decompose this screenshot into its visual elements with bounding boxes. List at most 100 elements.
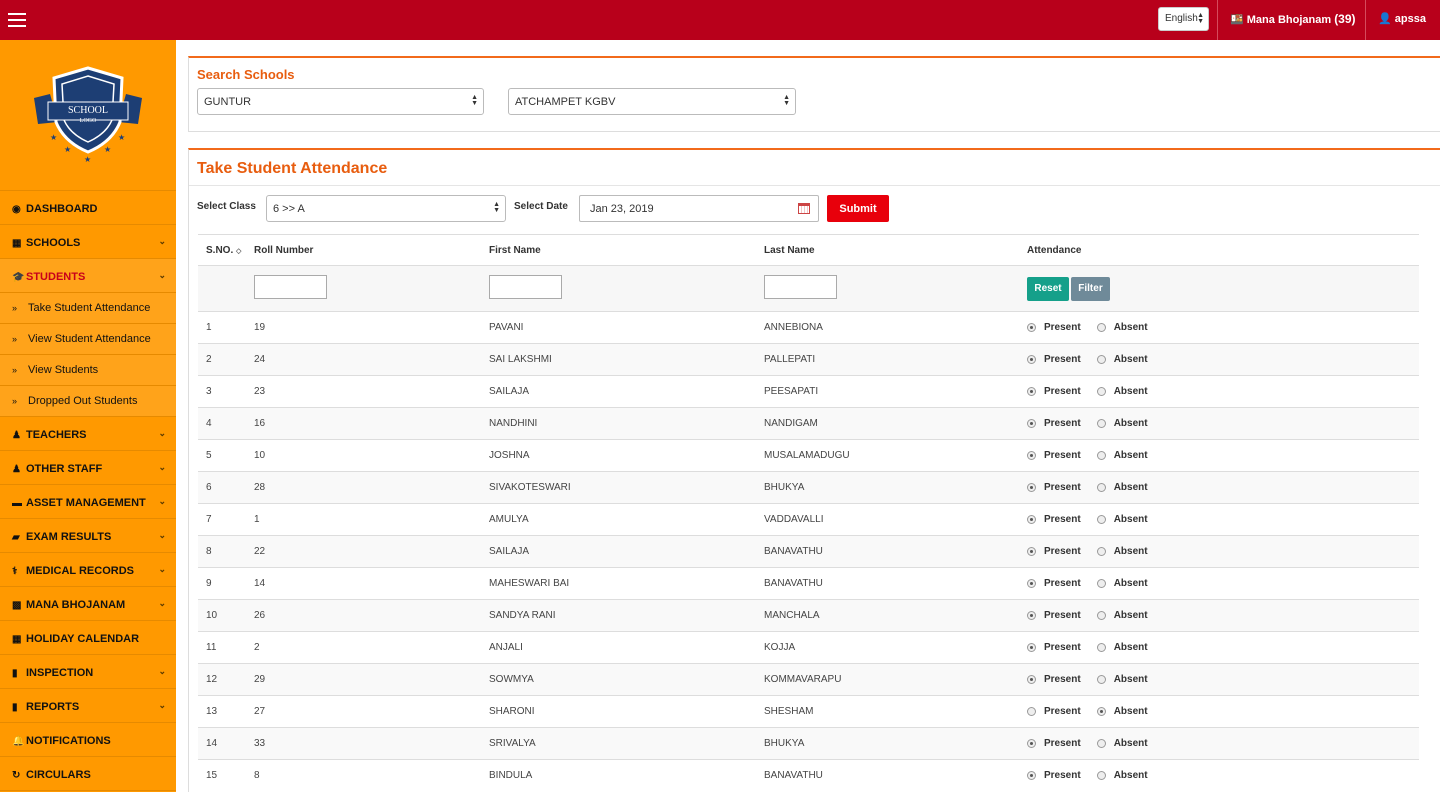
absent-radio[interactable] bbox=[1096, 738, 1106, 748]
absent-label: Absent bbox=[1113, 513, 1148, 525]
sidebar-item-label: OTHER STAFF bbox=[26, 463, 103, 475]
absent-radio[interactable] bbox=[1096, 771, 1106, 781]
sidebar-item-teachers[interactable]: ♟ TEACHERS ⌄ bbox=[0, 417, 176, 451]
sidebar-subitem-dropped-out[interactable]: » Dropped Out Students bbox=[0, 386, 176, 417]
sidebar-item-exam-results[interactable]: ▰ EXAM RESULTS ⌄ bbox=[0, 519, 176, 553]
navbar-divider bbox=[1365, 0, 1366, 40]
roll-number-filter-input[interactable] bbox=[254, 275, 327, 299]
mana-bhojanam-link[interactable]: 🍱 Mana Bhojanam (39) bbox=[1230, 12, 1356, 26]
present-radio[interactable] bbox=[1027, 322, 1036, 332]
date-input[interactable]: Jan 23, 2019 bbox=[579, 195, 819, 222]
absent-radio[interactable] bbox=[1096, 450, 1106, 460]
sidebar-item-students[interactable]: 🎓 STUDENTS ⌄ bbox=[0, 259, 176, 293]
cell-attendance: Present Absent bbox=[1019, 375, 1419, 408]
present-radio[interactable] bbox=[1027, 674, 1036, 684]
present-radio[interactable] bbox=[1027, 610, 1036, 620]
cell-roll-number: 10 bbox=[246, 439, 481, 472]
svg-text:★: ★ bbox=[104, 145, 111, 154]
present-radio[interactable] bbox=[1027, 706, 1036, 716]
sidebar-item-asset-management[interactable]: ▬ ASSET MANAGEMENT ⌄ bbox=[0, 485, 176, 519]
filter-cell bbox=[198, 265, 246, 312]
cell-roll-number: 16 bbox=[246, 407, 481, 440]
sidebar-item-label: CIRCULARS bbox=[26, 769, 91, 781]
sidebar-item-inspection[interactable]: ▮ INSPECTION ⌄ bbox=[0, 655, 176, 689]
submit-button[interactable]: Submit bbox=[827, 195, 889, 222]
class-select[interactable]: 6 >> A ▲ ▼ bbox=[266, 195, 506, 222]
present-radio[interactable] bbox=[1027, 578, 1036, 588]
absent-radio[interactable] bbox=[1096, 386, 1106, 396]
sidebar-subitem-view-attendance[interactable]: » View Student Attendance bbox=[0, 324, 176, 355]
table-row: 11 2 ANJALI KOJJA Present Absent bbox=[198, 631, 1419, 664]
search-schools-title: Search Schools bbox=[197, 67, 295, 82]
first-name-filter-input[interactable] bbox=[489, 275, 562, 299]
sidebar-item-schools[interactable]: ▦ SCHOOLS ⌄ bbox=[0, 225, 176, 259]
absent-radio[interactable] bbox=[1096, 514, 1106, 524]
chevron-down-icon: ⌄ bbox=[158, 564, 166, 574]
user-menu[interactable]: 👤 apssa bbox=[1378, 12, 1426, 25]
present-label: Present bbox=[1044, 545, 1081, 557]
present-radio[interactable] bbox=[1027, 386, 1036, 396]
absent-radio[interactable] bbox=[1096, 322, 1106, 332]
sidebar-item-reports[interactable]: ▮ REPORTS ⌄ bbox=[0, 689, 176, 723]
cell-roll-number: 8 bbox=[246, 759, 481, 792]
present-radio[interactable] bbox=[1027, 450, 1036, 460]
reset-button[interactable]: Reset bbox=[1027, 276, 1069, 301]
school-select-value: ATCHAMPET KGBV bbox=[515, 96, 616, 108]
present-radio[interactable] bbox=[1027, 642, 1036, 652]
hamburger-icon[interactable] bbox=[8, 13, 26, 27]
sidebar-item-mana-bhojanam[interactable]: ▩ MANA BHOJANAM ⌄ bbox=[0, 587, 176, 621]
column-header-sno[interactable]: S.NO. ◇ bbox=[198, 234, 246, 266]
sidebar-item-circulars[interactable]: ↻ CIRCULARS bbox=[0, 757, 176, 791]
cell-last-name: BHUKYA bbox=[756, 471, 1019, 504]
absent-radio[interactable] bbox=[1096, 578, 1106, 588]
mana-bhojanam-count: (39) bbox=[1334, 12, 1356, 26]
district-select[interactable]: GUNTUR ▲ ▼ bbox=[197, 88, 484, 115]
present-label: Present bbox=[1044, 417, 1081, 429]
navbar-divider bbox=[1217, 0, 1218, 40]
sidebar-item-dashboard[interactable]: ◉ DASHBOARD bbox=[0, 191, 176, 225]
present-radio[interactable] bbox=[1027, 771, 1036, 781]
present-radio[interactable] bbox=[1027, 354, 1036, 364]
cell-sno: 3 bbox=[198, 375, 246, 408]
table-row: 9 14 MAHESWARI BAI BANAVATHU Present Absent bbox=[198, 567, 1419, 600]
absent-radio[interactable] bbox=[1096, 642, 1106, 652]
school-logo: SCHOOL LOGO ★ ★ ★ ★ ★ bbox=[0, 40, 176, 191]
school-select[interactable]: ATCHAMPET KGBV ▲ ▼ bbox=[508, 88, 796, 115]
absent-radio[interactable] bbox=[1096, 546, 1106, 556]
sidebar-item-notifications[interactable]: 🔔 NOTIFICATIONS bbox=[0, 723, 176, 757]
cell-attendance: Present Absent bbox=[1019, 343, 1419, 376]
svg-text:★: ★ bbox=[50, 133, 57, 142]
sidebar-item-medical-records[interactable]: ⚕ MEDICAL RECORDS ⌄ bbox=[0, 553, 176, 587]
sidebar-subitem-take-attendance[interactable]: » Take Student Attendance bbox=[0, 293, 176, 324]
absent-radio[interactable] bbox=[1096, 706, 1106, 716]
absent-radio[interactable] bbox=[1096, 354, 1106, 364]
present-radio[interactable] bbox=[1027, 546, 1036, 556]
cell-first-name: SIVAKOTESWARI bbox=[481, 471, 756, 504]
file-icon: ▮ bbox=[12, 702, 18, 713]
sidebar-item-other-staff[interactable]: ♟ OTHER STAFF ⌄ bbox=[0, 451, 176, 485]
absent-radio[interactable] bbox=[1096, 482, 1106, 492]
absent-radio[interactable] bbox=[1096, 418, 1106, 428]
sidebar-subitem-view-students[interactable]: » View Students bbox=[0, 355, 176, 386]
absent-radio[interactable] bbox=[1096, 610, 1106, 620]
cell-roll-number: 23 bbox=[246, 375, 481, 408]
language-select[interactable]: English ▲ ▼ bbox=[1158, 7, 1209, 31]
present-radio[interactable] bbox=[1027, 738, 1036, 748]
absent-label: Absent bbox=[1113, 673, 1148, 685]
present-radio[interactable] bbox=[1027, 482, 1036, 492]
date-input-value: Jan 23, 2019 bbox=[590, 203, 654, 215]
present-radio[interactable] bbox=[1027, 514, 1036, 524]
calendar-icon[interactable] bbox=[798, 203, 810, 214]
cell-attendance: Present Absent bbox=[1019, 727, 1419, 760]
filter-cell: Reset Filter bbox=[1019, 265, 1419, 312]
absent-label: Absent bbox=[1113, 353, 1148, 365]
present-label: Present bbox=[1044, 385, 1081, 397]
absent-radio[interactable] bbox=[1096, 674, 1106, 684]
present-radio[interactable] bbox=[1027, 418, 1036, 428]
last-name-filter-input[interactable] bbox=[764, 275, 837, 299]
absent-label: Absent bbox=[1113, 770, 1148, 782]
cell-roll-number: 2 bbox=[246, 631, 481, 664]
sidebar-item-holiday-calendar[interactable]: ▦ HOLIDAY CALENDAR bbox=[0, 621, 176, 655]
sidebar-item-label: NOTIFICATIONS bbox=[26, 735, 111, 747]
filter-button[interactable]: Filter bbox=[1071, 276, 1110, 301]
